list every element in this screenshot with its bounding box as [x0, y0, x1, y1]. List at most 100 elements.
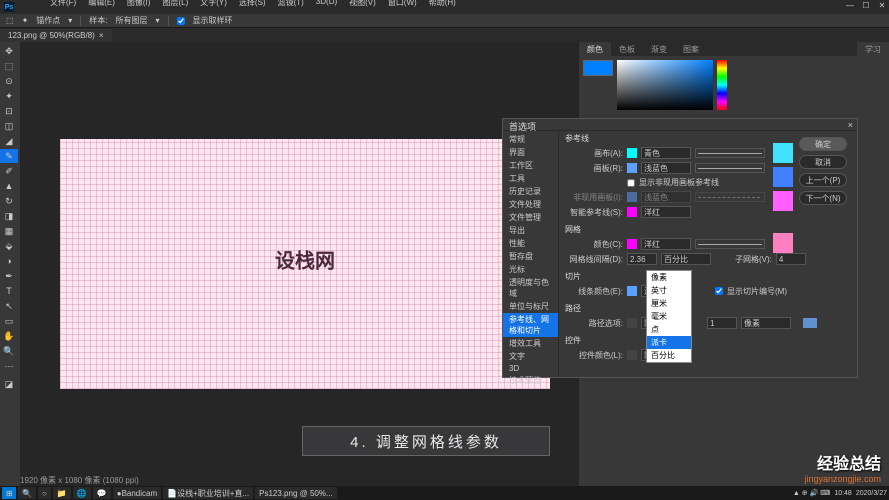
category-performance[interactable]: 性能: [503, 237, 558, 250]
show-inactive-checkbox[interactable]: [627, 179, 635, 187]
canvas-guide-select[interactable]: 青色: [641, 147, 691, 159]
artboard-guide-swatch[interactable]: [627, 163, 637, 173]
taskbar-browser[interactable]: 🌐: [73, 487, 91, 499]
close-button[interactable]: ✕: [875, 0, 889, 10]
path-tool[interactable]: ↖: [0, 299, 18, 313]
color-picker[interactable]: [617, 60, 713, 110]
minimize-button[interactable]: —: [843, 0, 857, 10]
smart-guide-swatch[interactable]: [627, 207, 637, 217]
stamp-tool[interactable]: ▲: [0, 179, 18, 193]
category-guides-grid[interactable]: 参考线、网格和切片: [503, 313, 558, 337]
hand-tool[interactable]: ✋: [0, 329, 18, 343]
category-type[interactable]: 文字: [503, 350, 558, 363]
subdiv-input[interactable]: [776, 253, 806, 265]
grid-spacing-input[interactable]: [627, 253, 657, 265]
unit-option-inch[interactable]: 英寸: [647, 284, 691, 297]
diffuse-checkbox[interactable]: [177, 17, 185, 25]
unit-option-cm[interactable]: 厘米: [647, 297, 691, 310]
artboard-guide-select[interactable]: 浅蓝色: [641, 162, 691, 174]
color-swap[interactable]: ◪: [0, 374, 18, 394]
category-interface[interactable]: 界面: [503, 146, 558, 159]
category-cursors[interactable]: 光标: [503, 263, 558, 276]
category-units[interactable]: 单位与标尺: [503, 300, 558, 313]
zoom-tool[interactable]: 🔍: [0, 344, 18, 358]
grid-color-select[interactable]: 洋红: [641, 238, 691, 250]
cancel-button[interactable]: 取消: [799, 155, 847, 169]
path-px-unit[interactable]: 像素: [741, 317, 791, 329]
category-tech-preview[interactable]: 技术预览: [503, 374, 558, 387]
controls-color-swatch[interactable]: [627, 350, 637, 360]
tray-icons[interactable]: ▲ ⊕ 🔊 ⌨: [793, 489, 830, 497]
type-tool[interactable]: T: [0, 284, 18, 298]
taskbar-cortana[interactable]: ○: [38, 487, 51, 499]
path-color-swatch[interactable]: [627, 318, 637, 328]
menu-window[interactable]: 窗口(W): [388, 0, 417, 7]
slice-number-checkbox[interactable]: [715, 287, 723, 295]
crop-tool[interactable]: ⊡: [0, 104, 18, 118]
canvas-guide-swatch[interactable]: [627, 148, 637, 158]
category-3d[interactable]: 3D: [503, 363, 558, 374]
unit-option-pica[interactable]: 派卡: [647, 336, 691, 349]
tab-patterns[interactable]: 图案: [675, 42, 707, 56]
category-export[interactable]: 导出: [503, 224, 558, 237]
category-transparency[interactable]: 透明度与色域: [503, 276, 558, 300]
menu-edit[interactable]: 编辑(E): [88, 0, 115, 7]
taskbar-wechat[interactable]: 💬: [93, 487, 111, 499]
menu-help[interactable]: 帮助(H): [429, 0, 456, 7]
shape-tool[interactable]: ▭: [0, 314, 18, 328]
tab-color[interactable]: 颜色: [579, 42, 611, 56]
pen-tool[interactable]: ✒: [0, 269, 18, 283]
start-button[interactable]: ⊞: [2, 487, 16, 499]
taskbar-bandicam[interactable]: ● Bandicam: [113, 487, 161, 499]
prev-button[interactable]: 上一个(P): [799, 173, 847, 187]
marquee-tool[interactable]: ⬚: [0, 59, 18, 73]
document-tab[interactable]: 123.png @ 50%(RGB/8) ×: [0, 29, 112, 42]
history-brush-tool[interactable]: ↻: [0, 194, 18, 208]
brush-tool[interactable]: ✐: [0, 164, 18, 178]
category-file-mgmt[interactable]: 文件管理: [503, 211, 558, 224]
grid-color-swatch[interactable]: [627, 239, 637, 249]
category-workspace[interactable]: 工作区: [503, 159, 558, 172]
hue-slider[interactable]: [717, 60, 727, 110]
unit-option-pt[interactable]: 点: [647, 323, 691, 336]
gradient-tool[interactable]: ▦: [0, 224, 18, 238]
ok-button[interactable]: 确定: [799, 137, 847, 151]
menu-select[interactable]: 选择(S): [239, 0, 266, 7]
unit-option-px[interactable]: 像素: [647, 271, 691, 284]
move-tool[interactable]: ✥: [0, 44, 18, 58]
fg-bg-swatches[interactable]: [583, 60, 613, 76]
unit-option-mm[interactable]: 毫米: [647, 310, 691, 323]
category-general[interactable]: 常规: [503, 133, 558, 146]
menu-3d[interactable]: 3D(D): [316, 0, 337, 7]
menu-layer[interactable]: 图层(L): [162, 0, 188, 7]
taskbar-browser-window[interactable]: 📄 设栈+职业培训+直...: [163, 487, 253, 499]
menu-type[interactable]: 文字(Y): [200, 0, 227, 7]
frame-tool[interactable]: ◫: [0, 119, 18, 133]
tab-gradients[interactable]: 渐变: [643, 42, 675, 56]
dodge-tool[interactable]: ◑: [0, 254, 18, 268]
canvas[interactable]: 设栈网: [60, 139, 550, 389]
category-tools[interactable]: 工具: [503, 172, 558, 185]
category-file-handling[interactable]: 文件处理: [503, 198, 558, 211]
eyedropper-tool[interactable]: ◢: [0, 134, 18, 148]
tab-close-icon[interactable]: ×: [99, 31, 104, 40]
more-tools[interactable]: ⋯: [0, 359, 18, 373]
blur-tool[interactable]: ⬙: [0, 239, 18, 253]
eraser-tool[interactable]: ◨: [0, 209, 18, 223]
unit-option-percent[interactable]: 百分比: [647, 349, 691, 362]
grid-style[interactable]: [695, 239, 765, 249]
path-px-input[interactable]: [707, 317, 737, 329]
grid-unit-select[interactable]: 百分比: [661, 253, 711, 265]
sample-select[interactable]: 所有图层: [116, 15, 148, 26]
tab-swatches[interactable]: 色板: [611, 42, 643, 56]
maximize-button[interactable]: ☐: [859, 0, 873, 10]
menu-image[interactable]: 图像(I): [127, 0, 151, 7]
wand-tool[interactable]: ✦: [0, 89, 18, 103]
category-scratch[interactable]: 暂存盘: [503, 250, 558, 263]
menu-view[interactable]: 视图(V): [349, 0, 376, 7]
tab-learn[interactable]: 学习: [857, 42, 889, 56]
tray-time[interactable]: 10:48: [834, 490, 852, 497]
heal-tool[interactable]: ✎: [0, 149, 18, 163]
taskbar-search[interactable]: 🔍: [18, 487, 36, 499]
canvas-guide-style[interactable]: [695, 148, 765, 158]
